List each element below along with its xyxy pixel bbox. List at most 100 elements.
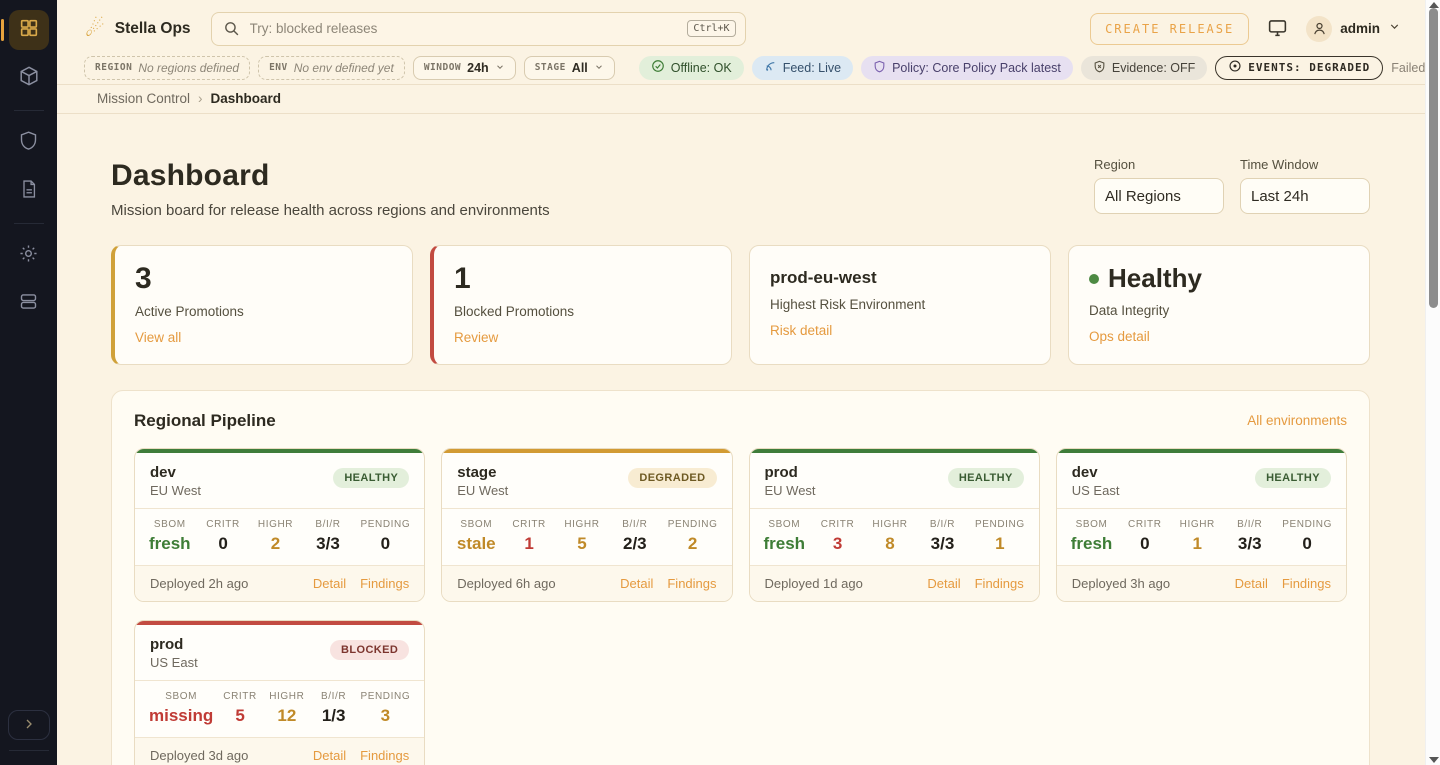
page-header-text: Dashboard Mission board for release heal…	[111, 159, 550, 219]
all-environments-link[interactable]: All environments	[1247, 413, 1347, 428]
stat-highr: HIGHR8	[870, 519, 910, 554]
deployed-time: Deployed 2h ago	[150, 576, 248, 591]
stat-bir: B/I/R2/3	[615, 519, 655, 554]
status-badge: HEALTHY	[948, 468, 1024, 488]
env-name: prod	[765, 464, 816, 481]
policy-status-chip[interactable]: Policy: Core Policy Pack latest	[861, 56, 1073, 80]
shield-icon	[18, 130, 39, 156]
env-name: dev	[1072, 464, 1120, 481]
env-card-header: prod US East BLOCKED	[135, 625, 424, 680]
ops-detail-link[interactable]: Ops detail	[1089, 329, 1150, 344]
sidebar-divider	[14, 110, 44, 111]
create-release-button[interactable]: CREATE RELEASE	[1090, 13, 1249, 45]
stat-sbom: SBOMfresh	[1071, 519, 1113, 554]
stat-bir: B/I/R1/3	[314, 691, 354, 726]
highest-risk-env: prod-eu-west	[770, 263, 1030, 288]
stat-pending: PENDING0	[360, 519, 410, 554]
stat-bir: B/I/R3/3	[308, 519, 348, 554]
active-promotions-label: Active Promotions	[135, 304, 392, 319]
view-all-link[interactable]: View all	[135, 330, 181, 345]
env-card-dev-eu-west: dev EU West HEALTHY SBOMfresh CRITR0 HIG…	[134, 448, 425, 602]
findings-link[interactable]: Findings	[975, 576, 1024, 591]
findings-link[interactable]: Findings	[1282, 576, 1331, 591]
display-mode-button[interactable]	[1267, 17, 1288, 41]
breadcrumb-separator-icon: ›	[198, 91, 203, 106]
deployed-time: Deployed 1d ago	[765, 576, 863, 591]
offline-status-chip[interactable]: Offline: OK	[639, 56, 744, 80]
stat-pending: PENDING0	[1282, 519, 1332, 554]
time-window-select-group: Time Window Last 24h	[1240, 157, 1370, 214]
deployed-time: Deployed 3h ago	[1072, 576, 1170, 591]
env-card-header: prod EU West HEALTHY	[750, 453, 1039, 508]
topbar-right: CREATE RELEASE admin	[1090, 13, 1401, 45]
user-menu[interactable]: admin	[1306, 16, 1401, 42]
env-card-prod-eu-west: prod EU West HEALTHY SBOMfresh CRITR3 HI…	[749, 448, 1040, 602]
region-filter-chip[interactable]: REGION No regions defined	[84, 56, 250, 80]
env-stats: SBOMfresh CRITR0 HIGHR1 B/I/R3/3 PENDING…	[1057, 508, 1346, 566]
review-link[interactable]: Review	[454, 330, 498, 345]
sidebar-expand-button[interactable]	[8, 710, 50, 740]
window-filter-chip[interactable]: WINDOW 24h	[413, 56, 516, 80]
vertical-scrollbar[interactable]	[1425, 0, 1440, 765]
grid-icon	[18, 17, 40, 44]
sidebar-item-documents[interactable]	[9, 171, 49, 211]
sidebar-item-packages[interactable]	[9, 58, 49, 98]
region-select[interactable]: All Regions	[1094, 178, 1224, 214]
search-input[interactable]	[211, 12, 746, 46]
evidence-status-label: Evidence: OFF	[1112, 61, 1195, 75]
detail-link[interactable]: Detail	[927, 576, 960, 591]
env-card-stage-eu-west: stage EU West DEGRADED SBOMstale CRITR1 …	[441, 448, 732, 602]
server-icon	[18, 291, 39, 317]
chevron-down-icon	[1388, 20, 1401, 38]
status-badge: DEGRADED	[628, 468, 716, 488]
feed-status-label: Feed: Live	[783, 61, 841, 75]
stage-filter-label: STAGE	[535, 62, 566, 73]
stage-filter-value: All	[572, 61, 588, 75]
comet-logo-icon: ☄	[85, 18, 105, 40]
stat-highr: HIGHR12	[267, 691, 307, 726]
env-card-footer: Deployed 1d ago Detail Findings	[750, 566, 1039, 601]
evidence-status-chip[interactable]: Evidence: OFF	[1081, 56, 1207, 80]
detail-link[interactable]: Detail	[620, 576, 653, 591]
scroll-down-arrow-icon[interactable]	[1429, 757, 1439, 763]
detail-link[interactable]: Detail	[313, 576, 346, 591]
findings-link[interactable]: Findings	[360, 576, 409, 591]
sidebar-item-security[interactable]	[9, 123, 49, 163]
rss-icon	[764, 60, 777, 76]
stat-critr: CRITR0	[1125, 519, 1165, 554]
env-filter-chip[interactable]: ENV No env defined yet	[258, 56, 405, 80]
detail-link[interactable]: Detail	[313, 748, 346, 763]
active-promotions-count: 3	[135, 263, 392, 295]
risk-detail-link[interactable]: Risk detail	[770, 323, 832, 338]
env-card-titles: prod EU West	[765, 464, 816, 498]
sidebar-item-settings[interactable]	[9, 236, 49, 276]
stage-filter-chip[interactable]: STAGE All	[524, 56, 615, 80]
detail-link[interactable]: Detail	[1235, 576, 1268, 591]
regional-pipeline-panel: Regional Pipeline All environments dev E…	[111, 390, 1370, 765]
scrollbar-thumb[interactable]	[1429, 8, 1438, 308]
page-content: Dashboard Mission board for release heal…	[57, 114, 1425, 765]
env-card-dev-us-east: dev US East HEALTHY SBOMfresh CRITR0 HIG…	[1056, 448, 1347, 602]
env-name: stage	[457, 464, 508, 481]
sidebar-item-infrastructure[interactable]	[9, 284, 49, 324]
sidebar-item-dashboard[interactable]	[9, 10, 49, 50]
env-region: US East	[1072, 483, 1120, 498]
stat-pending: PENDING3	[360, 691, 410, 726]
stat-highr: HIGHR5	[562, 519, 602, 554]
regional-pipeline-title: Regional Pipeline	[134, 411, 276, 431]
circle-dot-icon	[1228, 59, 1242, 76]
env-card-footer: Deployed 3h ago Detail Findings	[1057, 566, 1346, 601]
global-search: Ctrl+K	[211, 12, 746, 46]
breadcrumb-parent[interactable]: Mission Control	[97, 91, 190, 106]
check-circle-icon	[651, 59, 665, 76]
monitor-icon	[1267, 17, 1288, 41]
findings-link[interactable]: Findings	[360, 748, 409, 763]
time-window-select[interactable]: Last 24h	[1240, 178, 1370, 214]
env-card-titles: prod US East	[150, 636, 198, 670]
findings-link[interactable]: Findings	[667, 576, 716, 591]
window-filter-label: WINDOW	[424, 62, 461, 73]
env-stats: SBOMfresh CRITR3 HIGHR8 B/I/R3/3 PENDING…	[750, 508, 1039, 566]
events-status-chip[interactable]: EVENTS: DEGRADED	[1215, 56, 1383, 80]
feed-status-chip[interactable]: Feed: Live	[752, 56, 853, 80]
events-status-label: EVENTS: DEGRADED	[1248, 61, 1370, 74]
